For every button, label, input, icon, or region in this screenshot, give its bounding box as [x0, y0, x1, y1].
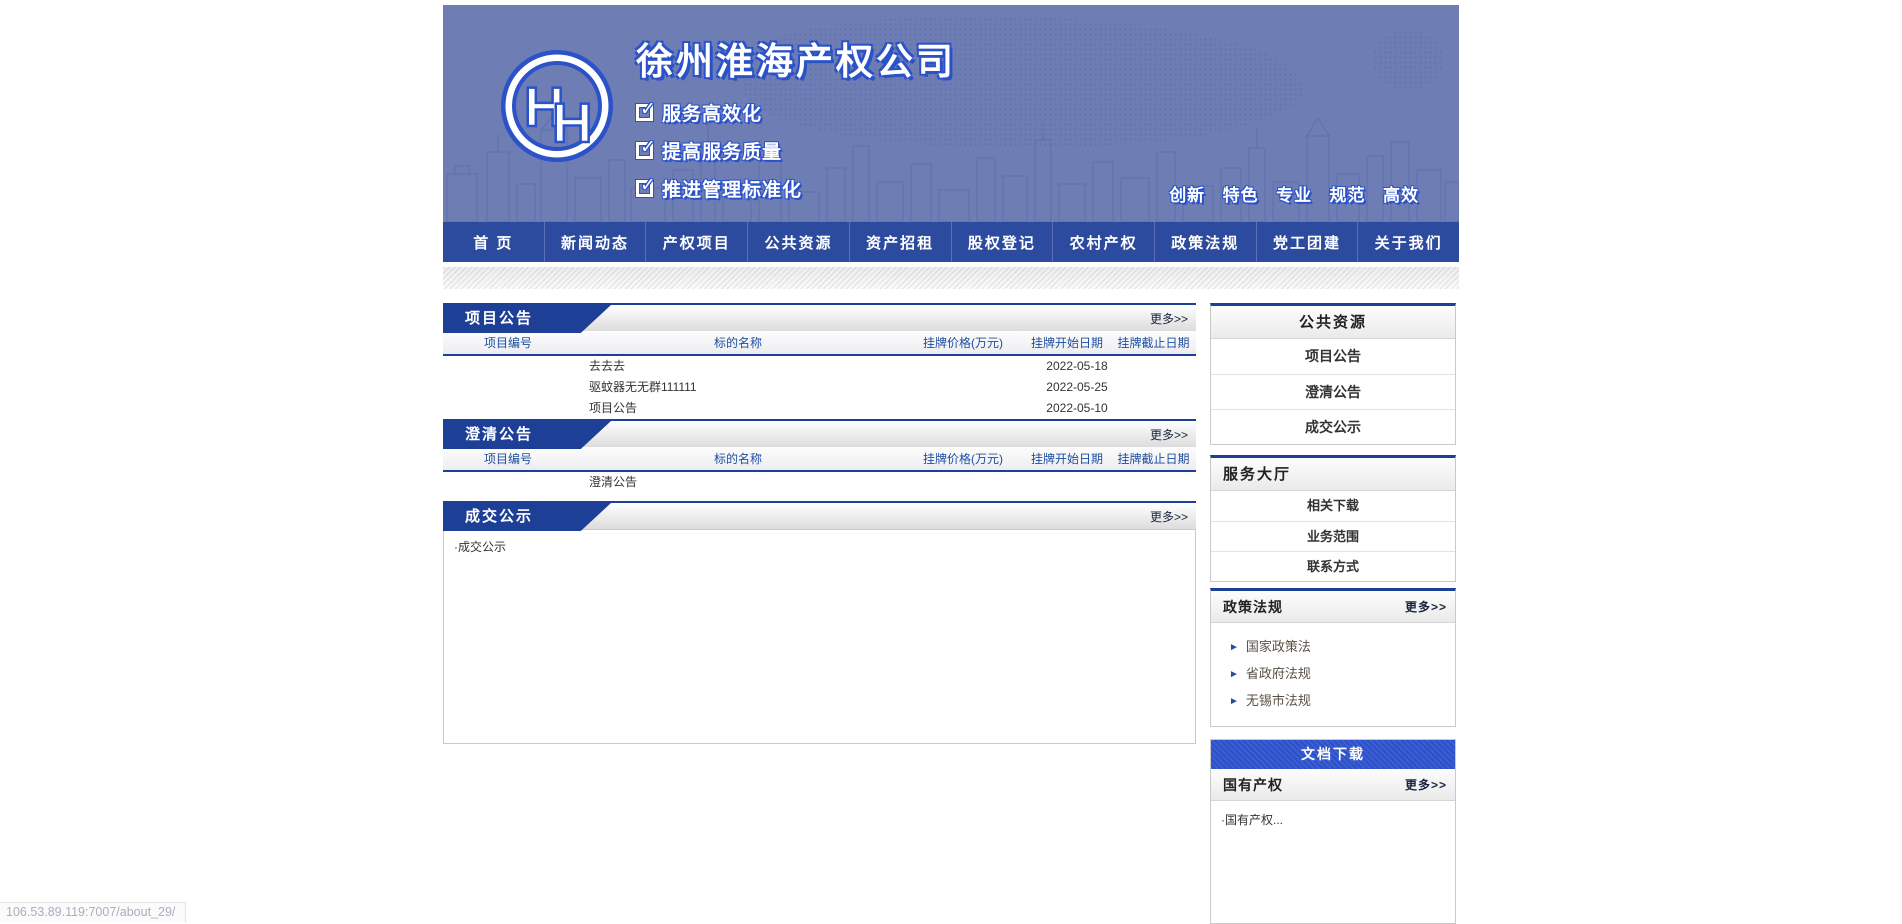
nav-item-home[interactable]: 首 页 [443, 222, 544, 262]
more-link-project[interactable]: 更多>> [1150, 305, 1188, 333]
tagline-word: 特色 [1223, 186, 1259, 205]
col-start-date: 挂牌开始日期 [1023, 450, 1111, 467]
svg-text:H: H [552, 91, 592, 154]
table-header-project: 项目编号 标的名称 挂牌价格(万元) 挂牌开始日期 挂牌截止日期 [443, 331, 1196, 356]
document-download-banner[interactable]: 文档下载 [1211, 740, 1455, 769]
policy-item-national[interactable]: ►国家政策法 [1211, 633, 1455, 660]
col-end-date: 挂牌截止日期 [1111, 334, 1196, 351]
sidebar: 公共资源 项目公告 澄清公告 成交公示 服务大厅 相关下载 业务范围 联系方式 … [1210, 303, 1456, 924]
col-start-date: 挂牌开始日期 [1023, 334, 1111, 351]
arrow-right-icon: ► [1229, 696, 1239, 707]
more-link-clarify[interactable]: 更多>> [1150, 421, 1188, 449]
row-start-date: 2022-05-10 [1033, 398, 1121, 419]
table-header-clarify: 项目编号 标的名称 挂牌价格(万元) 挂牌开始日期 挂牌截止日期 [443, 447, 1196, 472]
slogan-list: ✓ 服务高效化 ✓ 提高服务质量 ✓ 推进管理标准化 [636, 99, 956, 202]
col-subject-name: 标的名称 [573, 334, 903, 351]
slogan-row: ✓ 推进管理标准化 [636, 175, 956, 202]
nav-item-asset-leasing[interactable]: 资产招租 [849, 222, 951, 262]
nav-item-property-projects[interactable]: 产权项目 [645, 222, 747, 262]
main-column: 项目公告 更多>> 项目编号 标的名称 挂牌价格(万元) 挂牌开始日期 挂牌截止… [443, 303, 1196, 924]
row-subject-link[interactable]: 项目公告 [589, 401, 637, 415]
sidebar-item-clarification-announcements[interactable]: 澄清公告 [1211, 374, 1455, 409]
row-subject-link[interactable]: 澄清公告 [589, 475, 637, 489]
tagline-word: 创新 [1169, 186, 1205, 205]
section-project-announcements: 项目公告 更多>> 项目编号 标的名称 挂牌价格(万元) 挂牌开始日期 挂牌截止… [443, 303, 1196, 419]
row-subject-link[interactable]: 驱蚊器无无群111111 [589, 380, 697, 394]
slogan-label: 推进管理标准化 [662, 175, 802, 202]
col-project-id: 项目编号 [443, 334, 573, 351]
nav-item-about-us[interactable]: 关于我们 [1357, 222, 1459, 262]
row-start-date: 2022-05-25 [1033, 377, 1121, 398]
sidebar-item-contact-info[interactable]: 联系方式 [1211, 551, 1455, 581]
arrow-right-icon: ► [1229, 642, 1239, 653]
nav-item-news[interactable]: 新闻动态 [544, 222, 646, 262]
nav-item-policies[interactable]: 政策法规 [1154, 222, 1256, 262]
arrow-right-icon: ► [1229, 669, 1239, 680]
site-title: 徐州淮海产权公司 [636, 31, 956, 85]
policy-item-city[interactable]: ►无锡市法规 [1211, 687, 1455, 714]
tagline-word: 规范 [1330, 186, 1366, 205]
section-deal-publicity: 成交公示 更多>> ·成交公示 [443, 501, 1196, 744]
section-title-deal: 成交公示 [443, 503, 611, 531]
checkbox-icon: ✓ [636, 180, 653, 197]
table-row: 去去去 2022-05-18 [443, 356, 1196, 377]
table-row: 项目公告 2022-05-10 [443, 398, 1196, 419]
tagline-word: 专业 [1276, 186, 1312, 205]
deal-publicity-list: ·成交公示 [443, 529, 1196, 744]
world-map-dots-decoration [1373, 30, 1443, 90]
state-owned-list: ·国有产权... [1211, 801, 1455, 923]
more-link-state-owned[interactable]: 更多>> [1405, 769, 1447, 801]
sidebar-item-business-scope[interactable]: 业务范围 [1211, 521, 1455, 551]
sidebar-box-downloads: 文档下载 国有产权 更多>> ·国有产权... [1210, 739, 1456, 924]
col-end-date: 挂牌截止日期 [1111, 450, 1196, 467]
slogan-row: ✓ 提高服务质量 [636, 137, 956, 164]
sidebar-title-policies: 政策法规 [1223, 599, 1283, 615]
sidebar-title-public-resources: 公共资源 [1211, 306, 1455, 339]
policy-item-provincial[interactable]: ►省政府法规 [1211, 660, 1455, 687]
nav-item-rural-property[interactable]: 农村产权 [1052, 222, 1154, 262]
checkbox-icon: ✓ [636, 142, 653, 159]
slogan-row: ✓ 服务高效化 [636, 99, 956, 126]
slogan-label: 服务高效化 [662, 99, 762, 126]
sidebar-title-service-hall: 服务大厅 [1211, 458, 1455, 491]
banner-tagline: 创新 特色 专业 规范 高效 [1156, 181, 1419, 206]
table-row: 澄清公告 [443, 472, 1196, 493]
nav-item-equity-registration[interactable]: 股权登记 [951, 222, 1053, 262]
row-subject-link[interactable]: 去去去 [589, 359, 625, 373]
more-link-policies[interactable]: 更多>> [1405, 591, 1447, 623]
section-title-clarify: 澄清公告 [443, 421, 611, 449]
company-logo-icon[interactable]: H H [498, 47, 616, 165]
col-subject-name: 标的名称 [573, 450, 903, 467]
col-listing-price: 挂牌价格(万元) [903, 450, 1023, 467]
site-banner: H H 徐州淮海产权公司 ✓ 服务高效化 ✓ 提高服务质量 ✓ 推进管理标准化 [443, 5, 1459, 222]
deal-item-link[interactable]: ·成交公示 [454, 540, 506, 554]
sidebar-title-state-owned: 国有产权 [1223, 777, 1283, 793]
main-nav: 首 页 新闻动态 产权项目 公共资源 资产招租 股权登记 农村产权 政策法规 党… [443, 222, 1459, 262]
nav-item-public-resources[interactable]: 公共资源 [747, 222, 849, 262]
sidebar-box-service-hall: 服务大厅 相关下载 业务范围 联系方式 [1210, 455, 1456, 582]
table-row: 驱蚊器无无群111111 2022-05-25 [443, 377, 1196, 398]
sidebar-item-related-downloads[interactable]: 相关下载 [1211, 491, 1455, 521]
section-title-project: 项目公告 [443, 305, 611, 333]
nav-item-party-building[interactable]: 党工团建 [1256, 222, 1358, 262]
col-project-id: 项目编号 [443, 450, 573, 467]
section-clarification-announcements: 澄清公告 更多>> 项目编号 标的名称 挂牌价格(万元) 挂牌开始日期 挂牌截止… [443, 419, 1196, 493]
slogan-label: 提高服务质量 [662, 137, 782, 164]
browser-status-url: 106.53.89.119:7007/about_29/ [0, 902, 186, 923]
row-start-date: 2022-05-18 [1033, 356, 1121, 377]
sidebar-box-public-resources: 公共资源 项目公告 澄清公告 成交公示 [1210, 303, 1456, 445]
tagline-word: 高效 [1383, 186, 1419, 205]
col-listing-price: 挂牌价格(万元) [903, 334, 1023, 351]
checkbox-icon: ✓ [636, 104, 653, 121]
nav-shadow-strip [443, 267, 1459, 289]
sidebar-item-project-announcements[interactable]: 项目公告 [1211, 339, 1455, 374]
page-container: H H 徐州淮海产权公司 ✓ 服务高效化 ✓ 提高服务质量 ✓ 推进管理标准化 [443, 5, 1459, 924]
more-link-deal[interactable]: 更多>> [1150, 503, 1188, 531]
state-owned-item-link[interactable]: ·国有产权... [1221, 813, 1283, 827]
sidebar-box-policies: 政策法规 更多>> ►国家政策法 ►省政府法规 ►无锡市法规 [1210, 588, 1456, 727]
sidebar-item-deal-publicity[interactable]: 成交公示 [1211, 409, 1455, 444]
